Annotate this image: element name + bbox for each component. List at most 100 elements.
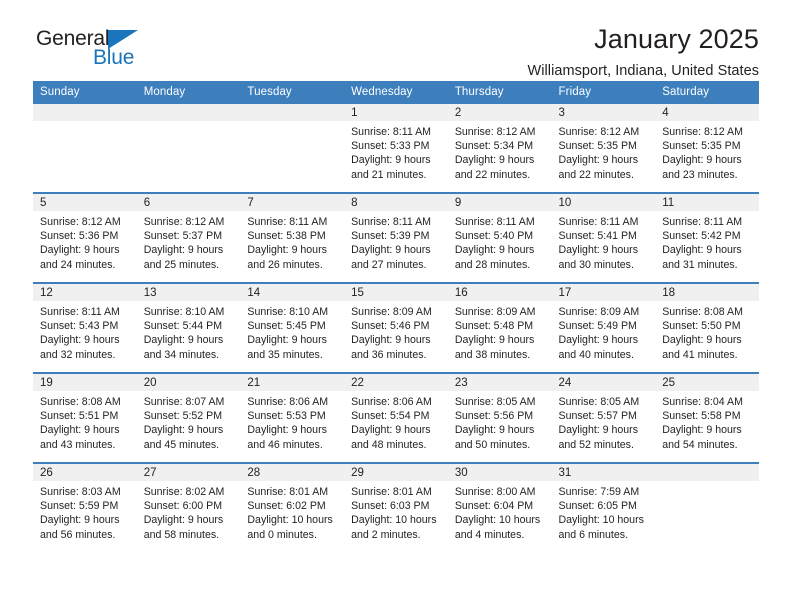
calendar-day-cell[interactable]: 25 Sunrise: 8:04 AM Sunset: 5:58 PM Dayligh… <box>655 373 759 463</box>
sunset-time: Sunset: 5:35 PM <box>662 140 741 153</box>
calendar-day-cell[interactable]: 31 Sunrise: 7:59 AM Sunset: 6:05 PM Dayligh… <box>551 463 656 556</box>
calendar-day-cell[interactable]: 3 Sunrise: 8:12 AM Sunset: 5:35 PM Daylight… <box>551 104 656 193</box>
calendar-day-cell[interactable]: 2 Sunrise: 8:12 AM Sunset: 5:34 PM Daylight… <box>447 104 552 193</box>
calendar-day-cell[interactable]: 4 Sunrise: 8:12 AM Sunset: 5:35 PM Daylight… <box>655 104 759 193</box>
calendar-day-cell-empty <box>33 104 137 193</box>
day-details: Sunrise: 8:09 AM Sunset: 5:46 PM Daylight:… <box>344 301 448 362</box>
day-number: 2 <box>447 104 552 121</box>
calendar-day-cell[interactable]: 6 Sunrise: 8:12 AM Sunset: 5:37 PM Daylight… <box>136 193 241 283</box>
sunset-time: Sunset: 5:52 PM <box>143 410 223 423</box>
daylight-duration-line2: and 25 minutes. <box>143 258 220 271</box>
calendar-day-cell[interactable]: 15 Sunrise: 8:09 AM Sunset: 5:46 PM Dayligh… <box>344 283 448 373</box>
sunset-time: Sunset: 6:04 PM <box>454 500 534 513</box>
calendar-day-cell[interactable]: 17 Sunrise: 8:09 AM Sunset: 5:49 PM Dayligh… <box>551 283 656 373</box>
day-details: Sunrise: 8:06 AM Sunset: 5:54 PM Daylight:… <box>344 391 448 452</box>
calendar-day-cell[interactable]: 10 Sunrise: 8:11 AM Sunset: 5:41 PM Dayligh… <box>551 193 656 283</box>
calendar-day-cell[interactable]: 13 Sunrise: 8:10 AM Sunset: 5:44 PM Dayligh… <box>136 283 241 373</box>
day-number: 16 <box>447 284 552 301</box>
logo-text-blue: Blue <box>93 46 135 69</box>
day-number: 31 <box>551 464 656 481</box>
calendar-day-cell[interactable]: 24 Sunrise: 8:05 AM Sunset: 5:57 PM Dayligh… <box>551 373 656 463</box>
day-details: Sunrise: 8:11 AM Sunset: 5:40 PM Daylight:… <box>448 211 552 272</box>
day-details: Sunrise: 8:12 AM Sunset: 5:35 PM Daylight:… <box>655 121 759 182</box>
day-number: 18 <box>655 284 759 301</box>
day-details <box>137 121 241 125</box>
day-details: Sunrise: 8:11 AM Sunset: 5:33 PM Daylight:… <box>344 121 448 182</box>
calendar-day-cell[interactable]: 26 Sunrise: 8:03 AM Sunset: 5:59 PM Dayligh… <box>33 463 137 556</box>
day-details <box>33 121 137 125</box>
sunrise-time: Sunrise: 8:11 AM <box>558 216 639 228</box>
day-details: Sunrise: 8:11 AM Sunset: 5:38 PM Daylight:… <box>240 211 344 272</box>
calendar-day-cell[interactable]: 22 Sunrise: 8:06 AM Sunset: 5:54 PM Dayligh… <box>344 373 448 463</box>
calendar-day-cell[interactable]: 16 Sunrise: 8:09 AM Sunset: 5:48 PM Dayligh… <box>447 283 552 373</box>
daylight-duration-line1: Daylight: 9 hours <box>247 334 327 347</box>
daylight-duration-line1: Daylight: 9 hours <box>351 424 431 437</box>
general-blue-logo[interactable]: General Blue <box>36 28 186 74</box>
calendar-header-row: Sunday Monday Tuesday Wednesday Thursday… <box>33 81 759 104</box>
calendar-day-cell[interactable]: 5 Sunrise: 8:12 AM Sunset: 5:36 PM Daylight… <box>33 193 137 283</box>
sunrise-time: Sunrise: 8:12 AM <box>454 126 536 138</box>
daylight-duration-line2: and 50 minutes. <box>454 438 531 451</box>
calendar-day-cell[interactable]: 21 Sunrise: 8:06 AM Sunset: 5:53 PM Dayligh… <box>240 373 345 463</box>
calendar-day-cell[interactable]: 11 Sunrise: 8:11 AM Sunset: 5:42 PM Dayligh… <box>655 193 759 283</box>
calendar-day-cell[interactable]: 1 Sunrise: 8:11 AM Sunset: 5:33 PM Daylight… <box>344 104 448 193</box>
daylight-duration-line2: and 52 minutes. <box>558 438 634 451</box>
weekday-header-monday: Monday <box>136 81 241 104</box>
calendar-day-cell[interactable]: 23 Sunrise: 8:05 AM Sunset: 5:56 PM Dayligh… <box>447 373 552 463</box>
sunrise-time: Sunrise: 8:09 AM <box>558 306 640 318</box>
calendar-day-cell[interactable]: 7 Sunrise: 8:11 AM Sunset: 5:38 PM Daylight… <box>240 193 345 283</box>
day-number: 26 <box>33 464 137 481</box>
day-number: 3 <box>551 104 656 121</box>
daylight-duration-line2: and 36 minutes. <box>351 348 427 361</box>
calendar-day-cell[interactable]: 30 Sunrise: 8:00 AM Sunset: 6:04 PM Dayligh… <box>447 463 552 556</box>
daylight-duration-line1: Daylight: 9 hours <box>40 424 120 437</box>
calendar-week-row: 5 Sunrise: 8:12 AM Sunset: 5:36 PM Daylight… <box>33 193 759 283</box>
sunset-time: Sunset: 5:34 PM <box>454 140 534 153</box>
sunrise-time: Sunrise: 8:11 AM <box>662 216 743 228</box>
sunset-time: Sunset: 5:57 PM <box>558 410 637 423</box>
sunset-time: Sunset: 5:43 PM <box>40 320 119 333</box>
day-number: 11 <box>655 194 759 211</box>
calendar-day-cell[interactable]: 14 Sunrise: 8:10 AM Sunset: 5:45 PM Dayligh… <box>240 283 345 373</box>
sunrise-time: Sunrise: 8:01 AM <box>247 486 329 498</box>
calendar-day-cell[interactable]: 18 Sunrise: 8:08 AM Sunset: 5:50 PM Dayligh… <box>655 283 759 373</box>
calendar-day-cell[interactable]: 20 Sunrise: 8:07 AM Sunset: 5:52 PM Dayligh… <box>136 373 241 463</box>
day-number: 22 <box>344 374 448 391</box>
daylight-duration-line1: Daylight: 9 hours <box>40 244 120 257</box>
weekday-header-tuesday: Tuesday <box>240 81 345 104</box>
weekday-header-friday: Friday <box>551 81 656 104</box>
calendar-day-cell[interactable]: 29 Sunrise: 8:01 AM Sunset: 6:03 PM Dayligh… <box>344 463 448 556</box>
calendar-page: General Blue January 2025 Williamsport, … <box>0 0 792 612</box>
day-details: Sunrise: 8:01 AM Sunset: 6:03 PM Daylight:… <box>344 481 448 542</box>
day-number: 14 <box>240 284 345 301</box>
page-header: General Blue January 2025 Williamsport, … <box>33 0 759 79</box>
calendar-day-cell[interactable]: 19 Sunrise: 8:08 AM Sunset: 5:51 PM Dayligh… <box>33 373 137 463</box>
daylight-duration-line2: and 6 minutes. <box>558 528 629 541</box>
sunrise-time: Sunrise: 8:06 AM <box>351 396 432 408</box>
daylight-duration-line1: Daylight: 9 hours <box>143 334 224 347</box>
sunrise-time: Sunrise: 8:00 AM <box>454 486 536 498</box>
daylight-duration-line2: and 23 minutes. <box>662 168 738 181</box>
calendar-day-cell[interactable]: 9 Sunrise: 8:11 AM Sunset: 5:40 PM Daylight… <box>447 193 552 283</box>
daylight-duration-line2: and 58 minutes. <box>143 528 220 541</box>
daylight-duration-line1: Daylight: 9 hours <box>351 154 431 167</box>
sunset-time: Sunset: 5:36 PM <box>40 230 119 243</box>
daylight-duration-line1: Daylight: 9 hours <box>351 244 431 257</box>
calendar-day-cell[interactable]: 8 Sunrise: 8:11 AM Sunset: 5:39 PM Daylight… <box>344 193 448 283</box>
daylight-duration-line1: Daylight: 10 hours <box>247 514 333 527</box>
daylight-duration-line1: Daylight: 9 hours <box>143 244 224 257</box>
sunset-time: Sunset: 5:50 PM <box>662 320 741 333</box>
day-details: Sunrise: 8:01 AM Sunset: 6:02 PM Daylight:… <box>240 481 344 542</box>
weekday-header-sunday: Sunday <box>33 81 137 104</box>
daylight-duration-line1: Daylight: 9 hours <box>558 424 639 437</box>
daylight-duration-line1: Daylight: 9 hours <box>662 244 742 257</box>
day-details: Sunrise: 8:02 AM Sunset: 6:00 PM Daylight:… <box>137 481 241 542</box>
calendar-day-cell[interactable]: 27 Sunrise: 8:02 AM Sunset: 6:00 PM Dayligh… <box>136 463 241 556</box>
day-details <box>655 481 759 485</box>
calendar-day-cell[interactable]: 28 Sunrise: 8:01 AM Sunset: 6:02 PM Dayligh… <box>240 463 345 556</box>
day-number: 28 <box>240 464 345 481</box>
daylight-duration-line2: and 26 minutes. <box>247 258 323 271</box>
day-details: Sunrise: 8:08 AM Sunset: 5:50 PM Daylight:… <box>655 301 759 362</box>
calendar-day-cell[interactable]: 12 Sunrise: 8:11 AM Sunset: 5:43 PM Dayligh… <box>33 283 137 373</box>
sunrise-time: Sunrise: 8:08 AM <box>662 306 743 318</box>
